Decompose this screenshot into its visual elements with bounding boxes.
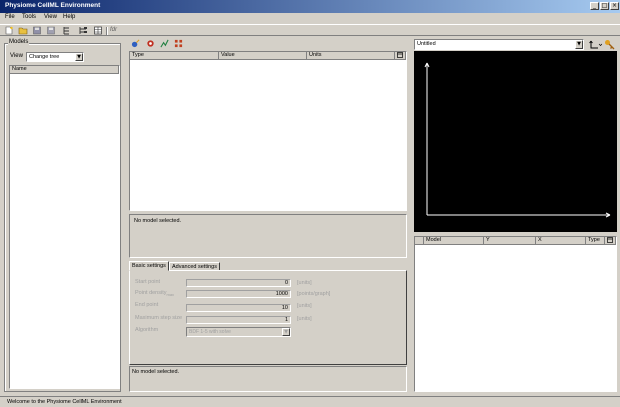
fdr-button[interactable]: fdr xyxy=(110,27,117,33)
chevron-down-icon[interactable]: ▼ xyxy=(575,40,583,49)
menu-view[interactable]: View xyxy=(44,14,57,20)
chevron-down-icon[interactable]: ▼ xyxy=(282,328,290,336)
point-density-unit: [points/graph] xyxy=(297,291,331,297)
column-header-type[interactable]: Type xyxy=(586,237,605,245)
max-step-unit: [units] xyxy=(297,316,312,322)
trace-column-chooser-button[interactable] xyxy=(605,237,616,245)
save-icon[interactable] xyxy=(32,26,42,35)
axis-options-icon[interactable] xyxy=(588,39,602,50)
main-toolbar: fdr xyxy=(0,24,620,36)
menu-file[interactable]: File xyxy=(5,14,15,20)
run-model-icon[interactable] xyxy=(131,39,140,48)
end-point-field[interactable]: 10 xyxy=(186,304,291,312)
key-icon[interactable] xyxy=(604,39,615,50)
export-data-icon[interactable] xyxy=(174,39,183,48)
column-chooser-icon xyxy=(607,237,613,243)
new-file-icon[interactable] xyxy=(4,26,14,35)
graph-background xyxy=(414,51,617,232)
menu-bar: File Tools View Help xyxy=(0,13,620,23)
point-density-label-sub: max xyxy=(166,292,175,298)
view-mode-value: Change tree xyxy=(29,54,60,60)
variables-table[interactable]: Type Value Units xyxy=(129,51,407,211)
view-label: View xyxy=(10,53,23,59)
open-folder-icon[interactable] xyxy=(18,26,28,35)
variables-toolbar xyxy=(129,38,407,50)
close-button[interactable]: × xyxy=(610,2,619,10)
table-view-icon[interactable] xyxy=(93,26,103,35)
tab-basic-settings[interactable]: Basic settings xyxy=(129,261,169,271)
column-header-x[interactable]: X xyxy=(536,237,586,245)
column-header-units[interactable]: Units xyxy=(307,52,395,60)
start-point-field[interactable]: 0 xyxy=(186,279,291,287)
point-density-field[interactable]: 1000 xyxy=(186,290,291,298)
column-header-value[interactable]: Value xyxy=(219,52,307,60)
max-step-label: Maximum step size xyxy=(135,315,183,321)
toolbar-separator xyxy=(106,27,108,35)
settings-panel: Start point 0 [units] Point densitymax 1… xyxy=(129,270,407,365)
algorithm-value: BDF 1-5 with solve xyxy=(189,329,231,335)
graph-select-value: Untitled xyxy=(417,41,436,47)
model-tree-header-name[interactable]: Name xyxy=(10,66,119,74)
column-chooser-icon xyxy=(397,52,403,58)
trace-table[interactable]: Model Y X Type xyxy=(414,236,617,392)
menu-help[interactable]: Help xyxy=(63,14,75,20)
model-info-panel: No model selected. xyxy=(129,214,407,258)
expand-tree-icon[interactable] xyxy=(78,26,88,35)
end-point-unit: [units] xyxy=(297,303,312,309)
algorithm-label: Algorithm xyxy=(135,327,159,333)
point-density-label: Point densitymax xyxy=(135,290,175,298)
start-point-unit: [units] xyxy=(297,280,312,286)
chevron-down-icon[interactable]: ▼ xyxy=(75,53,83,61)
view-mode-select[interactable]: Change tree ▼ xyxy=(26,52,84,62)
graph-select[interactable]: Untitled ▼ xyxy=(414,39,584,50)
end-point-label: End point xyxy=(135,302,159,308)
tree-view-icon[interactable] xyxy=(62,26,72,35)
column-chooser-button[interactable] xyxy=(395,52,406,60)
graph-canvas[interactable] xyxy=(414,51,617,232)
maximize-button[interactable]: □ xyxy=(600,2,609,10)
model-info-text: No model selected. xyxy=(134,218,182,224)
start-point-label: Start point xyxy=(135,279,161,285)
column-header-model[interactable]: Model xyxy=(424,237,484,245)
settings-status-text: No model selected. xyxy=(132,369,180,375)
stop-model-icon[interactable] xyxy=(146,39,155,48)
model-tree[interactable]: Name xyxy=(9,65,120,389)
algorithm-select[interactable]: BDF 1-5 with solve ▼ xyxy=(186,327,291,337)
status-text: Welcome to the Physiome CellML Environme… xyxy=(7,399,122,405)
menu-tools[interactable]: Tools xyxy=(22,14,36,20)
title-bar: Physiome CellML Environment _ □ × xyxy=(0,0,620,13)
window-title: Physiome CellML Environment xyxy=(5,2,101,9)
column-header-blank xyxy=(415,237,424,245)
column-header-type[interactable]: Type xyxy=(130,52,219,60)
minimize-button[interactable]: _ xyxy=(590,2,599,10)
max-step-field[interactable]: 1 xyxy=(186,316,291,324)
graph-variable-icon[interactable] xyxy=(160,39,169,48)
models-group-label: Models xyxy=(8,39,30,45)
save-all-icon[interactable] xyxy=(46,26,56,35)
column-header-y[interactable]: Y xyxy=(484,237,536,245)
settings-status-panel: No model selected. xyxy=(129,366,407,392)
status-bar: Welcome to the Physiome CellML Environme… xyxy=(0,396,620,407)
